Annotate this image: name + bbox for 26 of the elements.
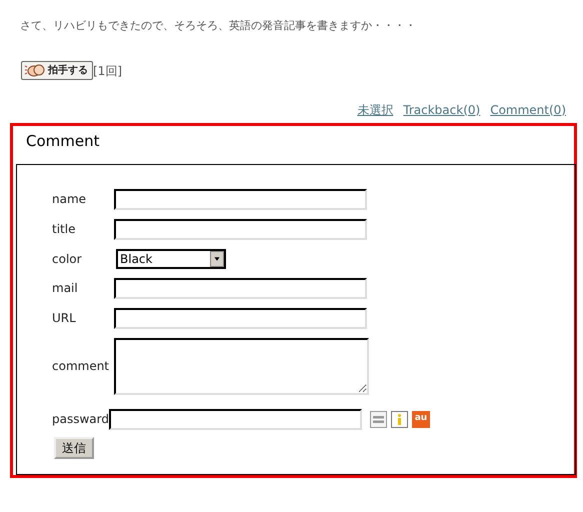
field-label: mail (52, 280, 79, 297)
carrier-logo[interactable]: au (412, 410, 430, 428)
input-field[interactable] (114, 278, 367, 298)
field-label: URL (52, 310, 77, 327)
input-field[interactable] (114, 188, 367, 210)
color-select[interactable]: Black (116, 248, 226, 268)
clap-button[interactable]: 拍手する (21, 60, 93, 80)
field-label: passward (52, 411, 109, 428)
clap-count: [1回] (93, 62, 122, 80)
input-field[interactable] (114, 308, 367, 328)
info-icon[interactable] (390, 410, 408, 428)
submit-button[interactable]: 送信 (54, 436, 94, 458)
comment-field[interactable] (114, 338, 369, 394)
link[interactable]: Trackback(0) (403, 100, 480, 118)
list-icon[interactable] (370, 410, 387, 428)
field-label: color (52, 250, 83, 268)
clapping-hands-icon (24, 63, 46, 77)
intro-text: さて、リハビリもできたので、そろそろ、英語の発音記事を書きますか・・・・ (19, 18, 417, 34)
field-label: name (52, 191, 88, 208)
field-label: title (52, 221, 76, 238)
link[interactable]: Comment(0) (490, 100, 566, 118)
password-field[interactable] (108, 408, 362, 430)
field-label: comment (52, 358, 110, 375)
input-field[interactable] (114, 218, 367, 240)
comment-heading: Comment (25, 130, 100, 152)
link[interactable]: 未選択 (357, 100, 394, 118)
